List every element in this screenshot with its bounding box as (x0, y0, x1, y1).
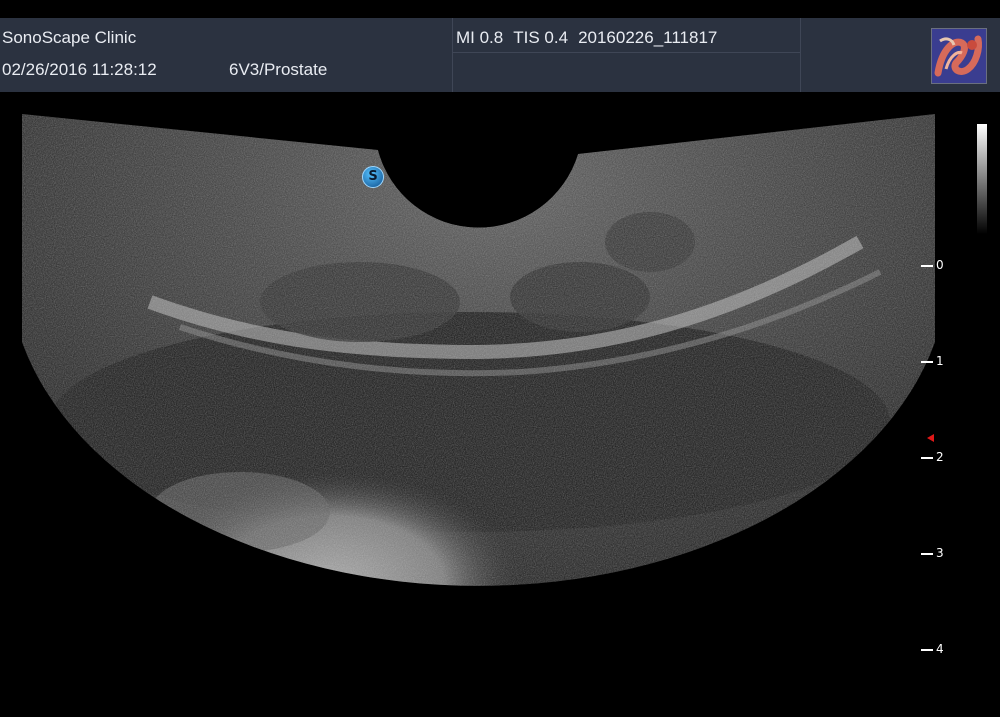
thermal-index: TIS 0.4 (513, 28, 569, 47)
focus-depth-marker[interactable] (927, 434, 934, 442)
depth-tick (921, 361, 933, 363)
depth-tick (921, 265, 933, 267)
depth-label: 2 (936, 450, 944, 464)
info-header-bar: SonoScape Clinic 02/26/2016 11:28:12 6V3… (0, 18, 1000, 92)
ultrasound-image[interactable] (0, 92, 1000, 717)
depth-tick (921, 649, 933, 651)
header-divider (800, 18, 801, 92)
probe-orientation-marker: S (362, 166, 384, 188)
depth-label: 3 (936, 546, 944, 560)
gray-scale-bar (977, 124, 987, 234)
header-divider (452, 18, 453, 92)
acoustic-output: MI 0.8 TIS 0.4 20160226_111817 (456, 28, 727, 48)
depth-label: 4 (936, 642, 944, 656)
mechanical-index: MI 0.8 (456, 28, 504, 47)
organ-logo-icon[interactable] (931, 28, 987, 84)
depth-label: 0 (936, 258, 944, 272)
exam-id: 20160226_111817 (578, 28, 718, 47)
depth-tick (921, 553, 933, 555)
depth-label: 1 (936, 354, 944, 368)
probe-preset: 6V3/Prostate (229, 60, 328, 79)
clinic-name: SonoScape Clinic (2, 28, 137, 47)
header-divider (452, 52, 800, 53)
depth-tick (921, 457, 933, 459)
exam-datetime: 02/26/2016 11:28:12 (2, 60, 157, 79)
